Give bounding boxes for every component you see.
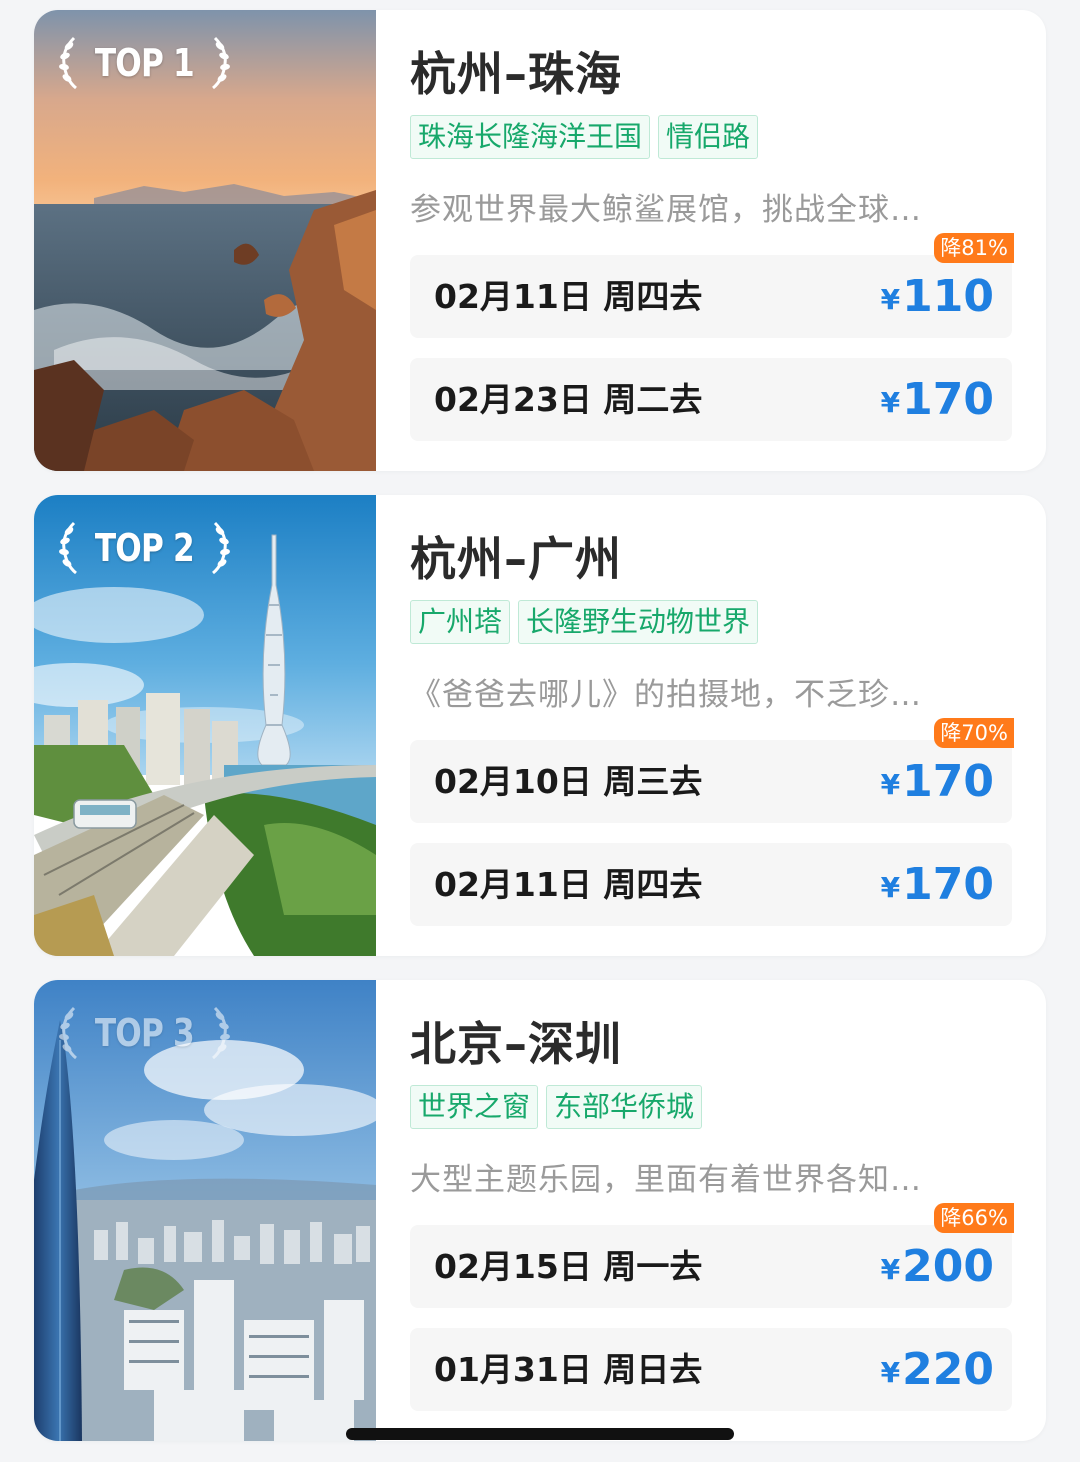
- currency-symbol: ¥: [880, 768, 901, 801]
- rank-badge: TOP 1: [58, 34, 231, 92]
- route-image-city-skyline: TOP 3: [34, 980, 376, 1441]
- route-card[interactable]: TOP 3 北京–深圳 世界之窗 东部华侨城 大型主题乐园，里面有着世界各知… …: [34, 980, 1046, 1441]
- route-image-canton-tower: TOP 2: [34, 495, 376, 956]
- trip-option[interactable]: 降66% 02月15日 周一去 ¥ 200: [410, 1203, 1014, 1308]
- price-amount: 170: [902, 859, 994, 910]
- trip-date: 02月10日 周三去: [434, 762, 703, 801]
- attraction-tags: 世界之窗 东部华侨城: [410, 1085, 703, 1129]
- rank-badge: TOP 2: [58, 519, 231, 577]
- rank-badge: TOP 3: [58, 1004, 231, 1062]
- trip-option[interactable]: 02月23日 周二去 ¥ 170: [410, 358, 1012, 441]
- currency-symbol: ¥: [880, 1253, 901, 1286]
- trip-date: 02月15日 周一去: [434, 1247, 703, 1286]
- currency-symbol: ¥: [880, 386, 901, 419]
- price-amount: 110: [902, 271, 994, 322]
- attraction-tag[interactable]: 情侣路: [658, 115, 759, 159]
- rank-label: TOP 3: [94, 1011, 195, 1055]
- currency-symbol: ¥: [880, 871, 901, 904]
- price-amount: 170: [902, 374, 994, 425]
- rank-label: TOP 2: [94, 526, 195, 570]
- attraction-tag[interactable]: 珠海长隆海洋王国: [410, 115, 651, 159]
- trip-option[interactable]: 降70% 02月10日 周三去 ¥ 170: [410, 718, 1014, 823]
- trip-date: 02月11日 周四去: [434, 277, 703, 316]
- route-info: 北京–深圳 世界之窗 东部华侨城 大型主题乐园，里面有着世界各知… 降66% 0…: [410, 980, 1014, 1441]
- route-info: 杭州–珠海 珠海长隆海洋王国 情侣路 参观世界最大鲸鲨展馆，挑战全球… 降81%…: [410, 10, 1014, 471]
- home-indicator-bar[interactable]: [346, 1428, 734, 1440]
- attraction-tag[interactable]: 世界之窗: [410, 1085, 539, 1129]
- trip-option[interactable]: 01月31日 周日去 ¥ 220: [410, 1328, 1012, 1411]
- laurel-right-icon: [211, 36, 230, 90]
- trip-option[interactable]: 02月11日 周四去 ¥ 170: [410, 843, 1012, 926]
- route-image-seashore: TOP 1: [34, 10, 376, 471]
- laurel-right-icon: [211, 1006, 230, 1060]
- laurel-right-icon: [211, 521, 230, 575]
- trip-date: 02月23日 周二去: [434, 380, 703, 419]
- trip-price: ¥ 110: [881, 255, 994, 338]
- route-description: 参观世界最大鲸鲨展馆，挑战全球…: [410, 192, 922, 228]
- attraction-tag[interactable]: 广州塔: [410, 600, 511, 644]
- attraction-tags: 广州塔 长隆野生动物世界: [410, 600, 759, 644]
- trip-date: 01月31日 周日去: [434, 1350, 703, 1389]
- route-title[interactable]: 杭州–广州: [410, 523, 622, 589]
- currency-symbol: ¥: [880, 283, 901, 316]
- trip-price: ¥ 200: [881, 1225, 994, 1308]
- laurel-left-icon: [59, 1006, 77, 1060]
- price-amount: 200: [902, 1241, 994, 1292]
- trip-price: ¥ 170: [881, 358, 994, 441]
- price-amount: 170: [902, 756, 994, 807]
- route-description: 大型主题乐园，里面有着世界各知…: [410, 1162, 922, 1198]
- currency-symbol: ¥: [880, 1356, 901, 1389]
- laurel-left-icon: [59, 521, 77, 575]
- route-card[interactable]: TOP 2 杭州–广州 广州塔 长隆野生动物世界 《爸爸去哪儿》的拍摄地，不乏珍…: [34, 495, 1046, 956]
- price-amount: 220: [902, 1344, 994, 1395]
- attraction-tag[interactable]: 东部华侨城: [546, 1085, 703, 1129]
- attraction-tags: 珠海长隆海洋王国 情侣路: [410, 115, 759, 159]
- laurel-left-icon: [59, 36, 77, 90]
- trip-price: ¥ 170: [881, 843, 994, 926]
- route-info: 杭州–广州 广州塔 长隆野生动物世界 《爸爸去哪儿》的拍摄地，不乏珍… 降70%…: [410, 495, 1014, 956]
- route-list: TOP 1 杭州–珠海 珠海长隆海洋王国 情侣路 参观世界最大鲸鲨展馆，挑战全球…: [34, 10, 1046, 1441]
- route-title[interactable]: 北京–深圳: [410, 1008, 622, 1074]
- route-card[interactable]: TOP 1 杭州–珠海 珠海长隆海洋王国 情侣路 参观世界最大鲸鲨展馆，挑战全球…: [34, 10, 1046, 471]
- route-title[interactable]: 杭州–珠海: [410, 38, 622, 104]
- trip-price: ¥ 220: [881, 1328, 994, 1411]
- rank-label: TOP 1: [94, 41, 195, 85]
- attraction-tag[interactable]: 长隆野生动物世界: [518, 600, 759, 644]
- trip-date: 02月11日 周四去: [434, 865, 703, 904]
- trip-option[interactable]: 降81% 02月11日 周四去 ¥ 110: [410, 233, 1014, 338]
- trip-price: ¥ 170: [881, 740, 994, 823]
- route-description: 《爸爸去哪儿》的拍摄地，不乏珍…: [410, 677, 922, 713]
